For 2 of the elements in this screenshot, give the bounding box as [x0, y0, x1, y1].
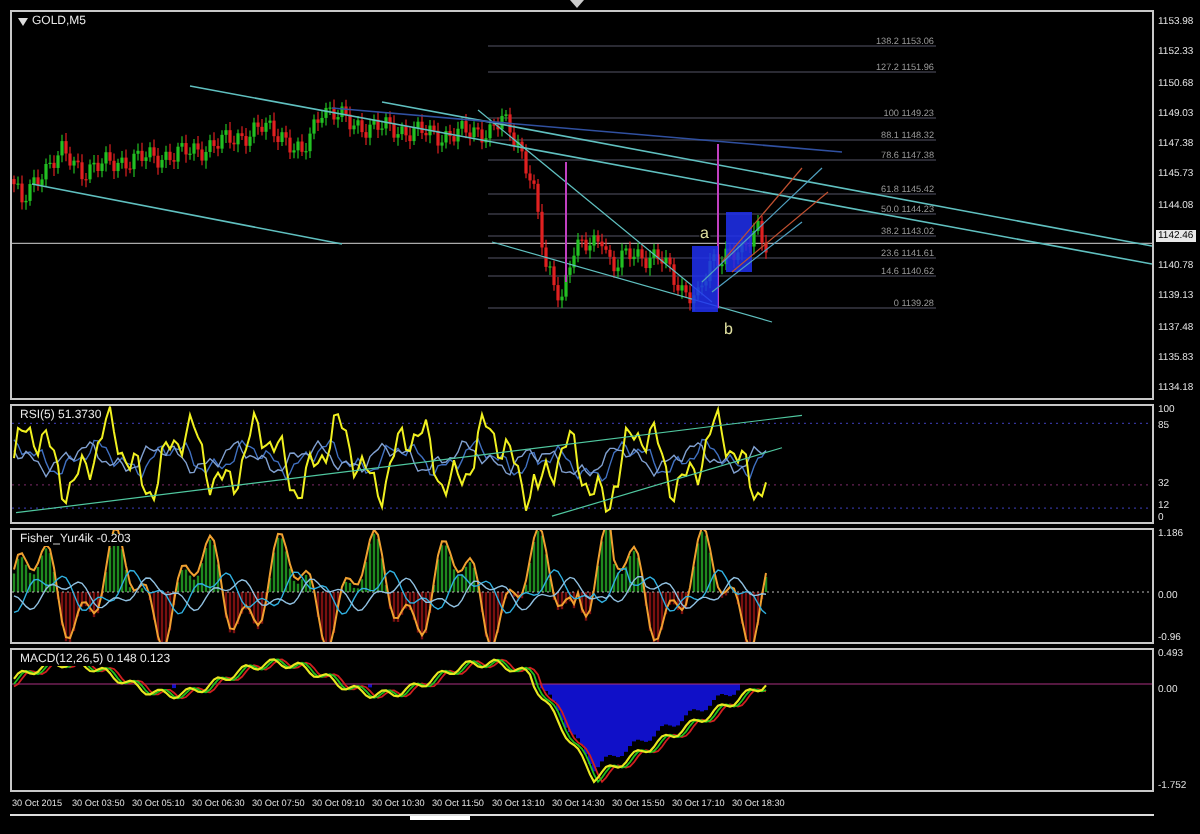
wave-label: b: [724, 320, 733, 338]
wave-label: a: [700, 224, 709, 242]
